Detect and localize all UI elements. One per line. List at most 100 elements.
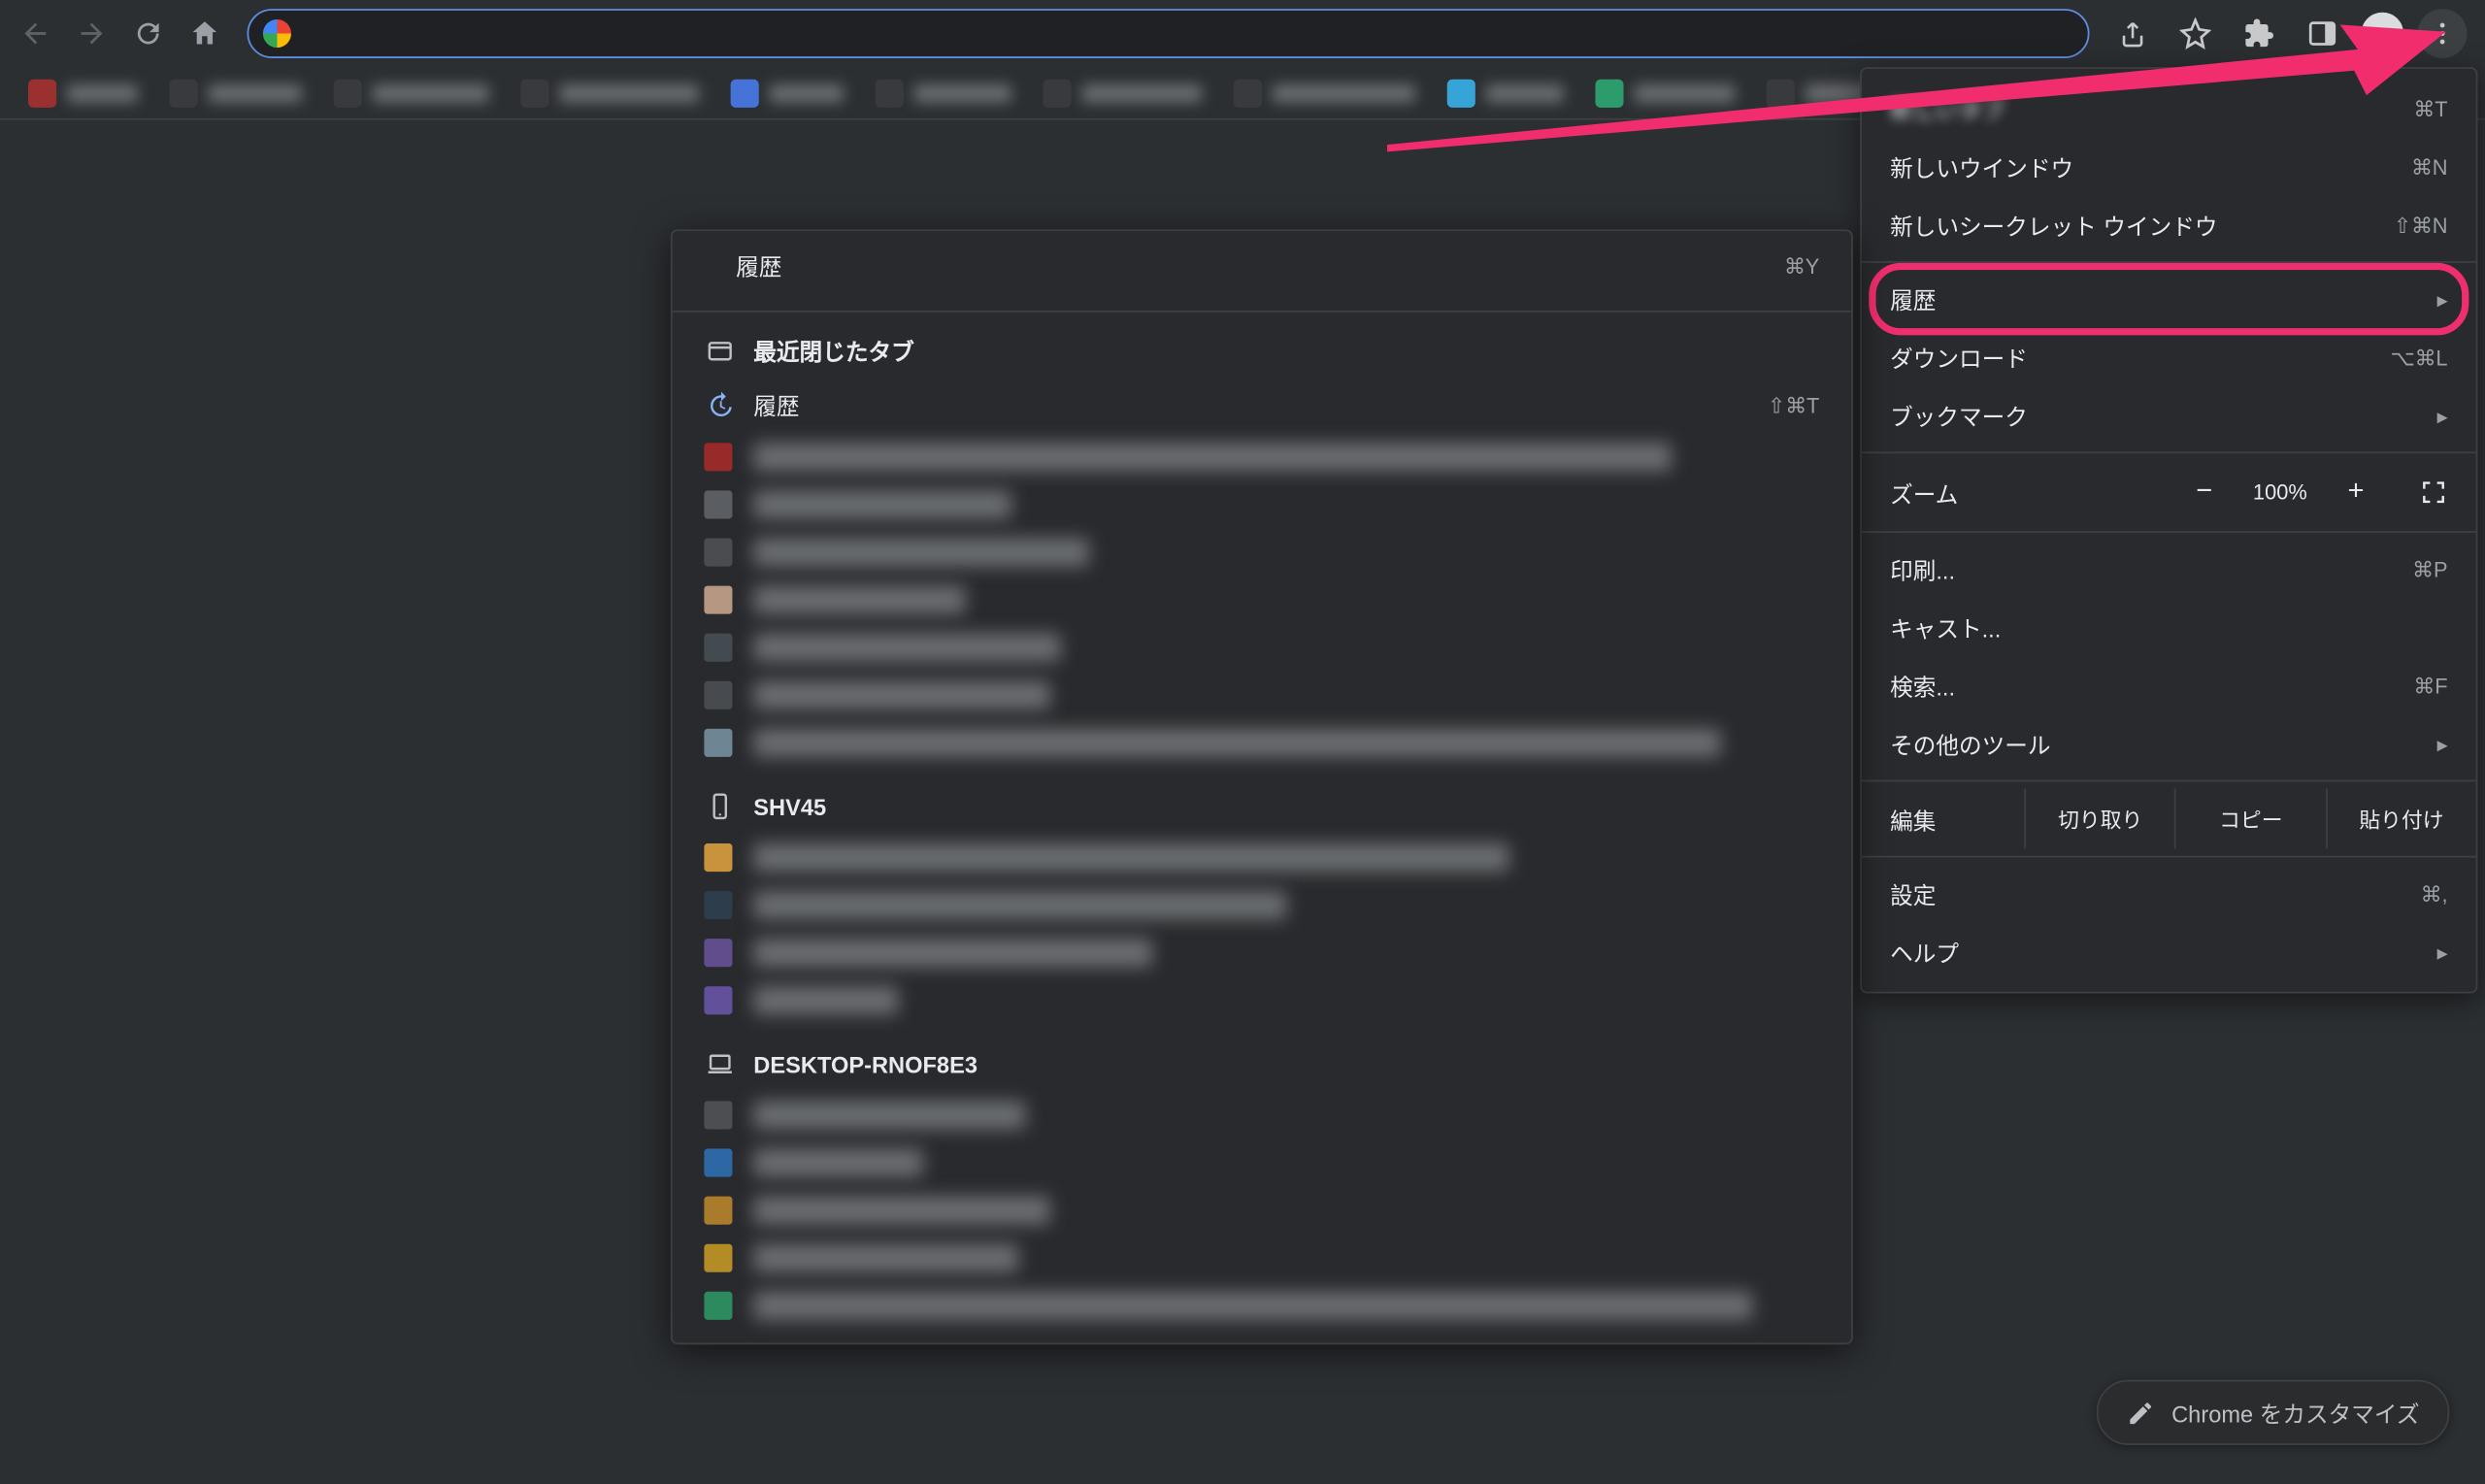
bookmark-favicon [170,79,198,107]
menu-new-tab[interactable]: 新しいタブ ⌘T [1862,80,2476,138]
chrome-main-menu: 新しいタブ ⌘T 新しいウインドウ ⌘N 新しいシークレット ウインドウ ⇧⌘N… [1860,67,2477,993]
customize-chrome-button[interactable]: Chrome をカスタマイズ [2096,1380,2449,1445]
address-bar[interactable] [248,9,2090,58]
edit-cut-button[interactable]: 切り取り [2024,789,2174,849]
sidepanel-button[interactable] [2298,9,2347,58]
history-favicon [704,1101,732,1129]
history-title [753,842,1508,871]
bookmark-item[interactable] [17,73,149,112]
bookmark-item[interactable] [1223,73,1426,112]
share-button[interactable] [2107,9,2157,58]
fullscreen-button[interactable] [2409,468,2459,517]
device-section[interactable]: DESKTOP-RNOF8E3 [673,1023,1851,1090]
history-item[interactable] [673,623,1851,671]
history-item[interactable] [673,928,1851,975]
history-item[interactable] [673,718,1851,766]
menu-bookmarks[interactable]: ブックマーク ▸ [1862,386,2476,445]
address-input[interactable] [306,20,2074,47]
history-favicon [704,1243,732,1271]
back-button[interactable] [11,9,60,58]
history-item[interactable] [673,880,1851,928]
menu-label: 新しいタブ [1890,92,2005,126]
recently-closed-tabs[interactable]: 最近閉じたタブ [673,323,1851,378]
history-title [753,442,1671,470]
history-item[interactable] [673,479,1851,527]
menu-new-window[interactable]: 新しいウインドウ ⌘N [1862,138,2476,196]
history-item[interactable] [673,975,1851,1023]
menu-print[interactable]: 印刷... ⌘P [1862,540,2476,598]
bookmark-favicon [731,79,759,107]
device-name: DESKTOP-RNOF8E3 [753,1051,977,1077]
bookmark-favicon [28,79,56,107]
history-favicon [704,842,732,871]
history-item[interactable] [673,1234,1851,1281]
menu-find[interactable]: 検索... ⌘F [1862,656,2476,714]
menu-label: キャスト... [1890,610,2001,644]
full-history-link[interactable]: 履歴 ⇧⌘T [673,378,1851,432]
bookmark-label [1081,83,1202,101]
menu-downloads[interactable]: ダウンロード ⌥⌘L [1862,328,2476,386]
bookmark-label [559,83,699,101]
google-favicon-icon [263,19,291,48]
history-item[interactable] [673,432,1851,479]
menu-help[interactable]: ヘルプ ▸ [1862,923,2476,981]
device-section[interactable]: SHV45 [673,766,1851,833]
menu-shortcut: ⌘P [2412,557,2447,581]
edit-paste-button[interactable]: 貼り付け [2325,789,2475,849]
history-title [753,1148,923,1176]
bookmark-item[interactable] [720,73,854,112]
bookmark-item[interactable] [323,73,500,112]
menu-label: ブックマーク [1890,399,2028,433]
reload-button[interactable] [123,9,173,58]
menu-shortcut: ⌘, [2421,881,2448,906]
menu-cast[interactable]: キャスト... [1862,598,2476,656]
pencil-icon [2126,1399,2154,1427]
history-item[interactable] [673,671,1851,718]
profile-avatar[interactable] [2361,13,2403,55]
history-title: 履歴 [736,248,781,282]
bookmark-star-button[interactable] [2170,9,2220,58]
puzzle-icon [2243,17,2275,49]
history-favicon [704,1196,732,1224]
bookmark-item[interactable] [1437,73,1574,112]
history-item[interactable] [673,833,1851,880]
history-item[interactable] [673,576,1851,623]
bookmark-item[interactable] [159,73,313,112]
bookmark-favicon [1767,79,1795,107]
history-item[interactable] [673,528,1851,576]
history-item[interactable] [673,1281,1851,1329]
menu-separator [1862,451,2476,453]
bookmark-label [373,83,489,101]
extensions-button[interactable] [2235,9,2284,58]
menu-separator [1862,856,2476,858]
chrome-menu-button[interactable] [2418,9,2468,58]
menu-settings[interactable]: 設定 ⌘, [1862,865,2476,923]
edit-copy-button[interactable]: コピー [2174,789,2325,849]
menu-more-tools[interactable]: その他のツール ▸ [1862,714,2476,773]
menu-history[interactable]: 履歴 ▸ [1862,270,2476,328]
menu-label: 編集 [1862,802,2024,836]
menu-separator [1862,261,2476,263]
zoom-in-button[interactable]: + [2335,471,2377,513]
menu-incognito[interactable]: 新しいシークレット ウインドウ ⇧⌘N [1862,196,2476,254]
menu-shortcut: ⌘F [2413,674,2447,698]
forward-button[interactable] [67,9,116,58]
bookmark-item[interactable] [1033,73,1212,112]
menu-label: 新しいシークレット ウインドウ [1890,209,2217,243]
history-title [753,489,1011,517]
bookmark-item[interactable] [865,73,1022,112]
history-favicon [704,890,732,918]
bookmark-item[interactable] [510,73,709,112]
menu-label: 履歴 [1890,282,1936,316]
home-button[interactable] [180,9,229,58]
history-title [753,585,965,613]
sidepanel-icon [2306,17,2338,49]
arrow-right-icon [76,17,108,49]
history-title [753,680,1049,709]
history-item[interactable] [673,1091,1851,1138]
zoom-out-button[interactable]: − [2183,471,2226,513]
bookmark-item[interactable] [1585,73,1745,112]
history-item[interactable] [673,1186,1851,1234]
history-title [753,938,1152,966]
history-item[interactable] [673,1138,1851,1186]
